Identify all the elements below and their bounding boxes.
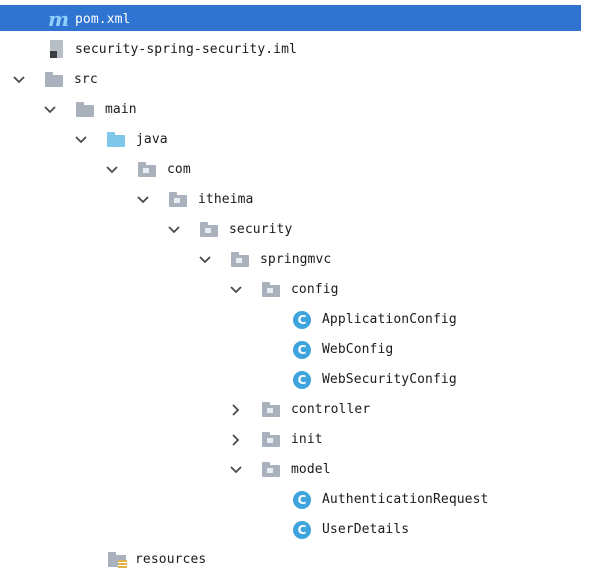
- tree-item-src[interactable]: src: [0, 65, 597, 95]
- iml-file-icon: [48, 40, 66, 58]
- chevron-down-icon[interactable]: [228, 275, 244, 305]
- tree-item-security-spring-security-iml[interactable]: security-spring-security.iml: [0, 35, 597, 65]
- package-icon: [169, 192, 187, 208]
- tree-item-label: com: [167, 162, 191, 177]
- chevron-down-icon[interactable]: [11, 65, 27, 95]
- package-icon: [262, 432, 280, 448]
- package-icon: [262, 462, 280, 478]
- tree-item-config[interactable]: config: [0, 275, 597, 305]
- package-icon: [138, 162, 156, 178]
- resources-folder-icon: [108, 552, 127, 569]
- tree-item-label: WebConfig: [322, 342, 394, 357]
- tree-item-webconfig[interactable]: C WebConfig: [0, 335, 597, 365]
- class-icon: C: [293, 341, 311, 359]
- tree-item-label: security: [229, 222, 293, 237]
- chevron-right-icon[interactable]: [228, 395, 244, 425]
- tree-item-init[interactable]: init: [0, 425, 597, 455]
- class-icon: C: [293, 491, 311, 509]
- tree-item-label: AuthenticationRequest: [322, 492, 489, 507]
- tree-item-label: itheima: [198, 192, 254, 207]
- package-icon: [231, 252, 249, 268]
- tree-item-springmvc[interactable]: springmvc: [0, 245, 597, 275]
- class-icon: C: [293, 311, 311, 329]
- package-icon: [262, 402, 280, 418]
- folder-icon: [45, 72, 63, 88]
- tree-item-websecurityconfig[interactable]: C WebSecurityConfig: [0, 365, 597, 395]
- folder-icon: [76, 102, 94, 118]
- maven-icon: m: [48, 7, 70, 31]
- tree-item-authenticationrequest[interactable]: C AuthenticationRequest: [0, 485, 597, 515]
- tree-item-label: springmvc: [260, 252, 332, 267]
- tree-item-com[interactable]: com: [0, 155, 597, 185]
- chevron-down-icon[interactable]: [228, 455, 244, 485]
- tree-item-userdetails[interactable]: C UserDetails: [0, 515, 597, 545]
- tree-item-label: config: [291, 282, 339, 297]
- tree-item-label: init: [291, 432, 323, 447]
- tree-item-label: java: [136, 132, 168, 147]
- tree-item-security[interactable]: security: [0, 215, 597, 245]
- tree-item-label: main: [105, 102, 137, 117]
- tree-item-itheima[interactable]: itheima: [0, 185, 597, 215]
- chevron-down-icon[interactable]: [135, 185, 151, 215]
- tree-item-controller[interactable]: controller: [0, 395, 597, 425]
- package-icon: [262, 282, 280, 298]
- package-icon: [200, 222, 218, 238]
- tree-item-label: ApplicationConfig: [322, 312, 457, 327]
- tree-item-label: src: [74, 72, 98, 87]
- chevron-down-icon[interactable]: [197, 245, 213, 275]
- class-icon: C: [293, 371, 311, 389]
- tree-item-label: UserDetails: [322, 522, 410, 537]
- tree-item-label: controller: [291, 402, 371, 417]
- tree-item-java[interactable]: java: [0, 125, 597, 155]
- chevron-down-icon[interactable]: [42, 95, 58, 125]
- tree-item-label: pom.xml: [75, 12, 131, 27]
- chevron-down-icon[interactable]: [104, 155, 120, 185]
- tree-item-label: security-spring-security.iml: [75, 42, 297, 57]
- tree-item-pom-xml[interactable]: m pom.xml: [0, 5, 597, 35]
- tree-item-applicationconfig[interactable]: C ApplicationConfig: [0, 305, 597, 335]
- class-icon: C: [293, 521, 311, 539]
- tree-item-label: WebSecurityConfig: [322, 372, 457, 387]
- chevron-down-icon[interactable]: [166, 215, 182, 245]
- tree-item-label: resources: [135, 552, 207, 567]
- tree-item-resources[interactable]: resources: [0, 545, 597, 575]
- source-root-folder-icon: [107, 132, 125, 148]
- chevron-down-icon[interactable]: [73, 125, 89, 155]
- tree-item-main[interactable]: main: [0, 95, 597, 125]
- tree-item-model[interactable]: model: [0, 455, 597, 485]
- chevron-right-icon[interactable]: [228, 425, 244, 455]
- tree-item-label: model: [291, 462, 331, 477]
